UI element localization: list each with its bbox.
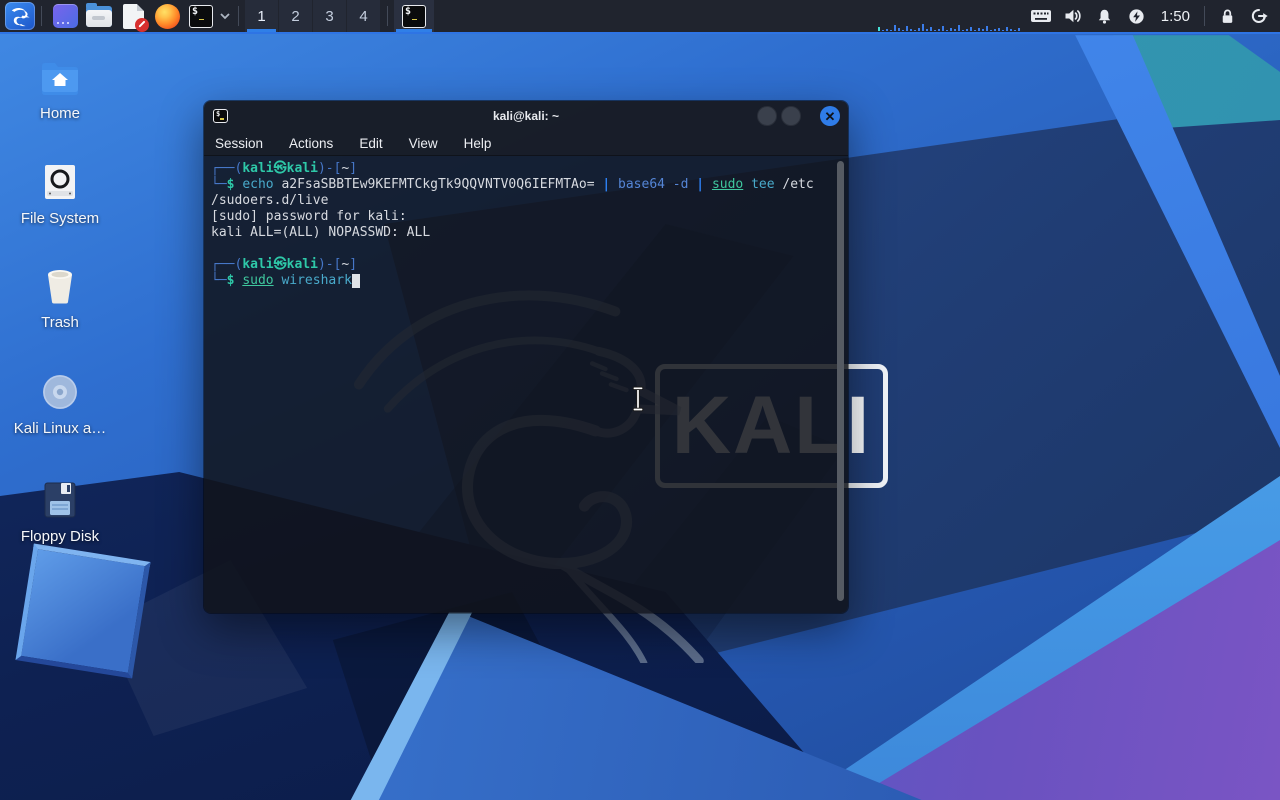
- trash-icon: [10, 265, 110, 305]
- launcher-text-editor[interactable]: [118, 1, 148, 31]
- desktop-icon-label: Kali Linux a…: [10, 420, 110, 437]
- text-editor-icon: [123, 4, 144, 29]
- launcher-terminal[interactable]: $: [186, 1, 216, 31]
- keyboard-icon: [1030, 8, 1052, 24]
- workspace-3[interactable]: 3: [313, 0, 346, 32]
- desktop-icon-label: File System: [10, 210, 110, 227]
- chevron-down-icon: [220, 12, 230, 20]
- terminal-line: └─$ echo a2FsaSBBTEw9KEFMTCkgTk9QQVNTV0Q…: [211, 177, 834, 193]
- panel-separator: [387, 6, 388, 26]
- terminal-scrollbar[interactable]: [837, 161, 844, 601]
- lock-screen-button[interactable]: [1212, 1, 1242, 31]
- terminal-window[interactable]: $ kali@kali: ~ ✕ Session Actions Edit Vi…: [203, 100, 849, 614]
- logout-icon: [1249, 6, 1269, 26]
- menu-edit[interactable]: Edit: [359, 136, 382, 151]
- app-finder-icon: [53, 4, 78, 28]
- window-title: kali@kali: ~: [204, 109, 848, 123]
- launcher-file-manager[interactable]: [84, 1, 114, 31]
- terminal-line: [sudo] password for kali:: [211, 209, 834, 225]
- minimize-button[interactable]: [757, 106, 777, 126]
- volume-control[interactable]: [1058, 1, 1088, 31]
- terminal-line: └─$ sudo wireshark: [211, 273, 834, 289]
- lock-icon: [1218, 7, 1237, 26]
- desktop-icon-kali-live[interactable]: Kali Linux a…: [10, 371, 110, 437]
- drive-icon: [10, 161, 110, 201]
- terminal-icon: $: [189, 5, 213, 28]
- workspace-switcher: 1 2 3 4: [245, 0, 381, 32]
- terminal-line: ┌──(kali㉿kali)-[~]: [211, 161, 834, 177]
- desktop-icon-label: Home: [10, 105, 110, 122]
- menu-help[interactable]: Help: [464, 136, 492, 151]
- system-monitor-graph[interactable]: [878, 22, 1020, 31]
- file-manager-icon: [86, 6, 112, 27]
- terminal-line: ┌──(kali㉿kali)-[~]: [211, 257, 834, 273]
- logout-button[interactable]: [1244, 1, 1274, 31]
- desktop-icon-home[interactable]: Home: [10, 56, 110, 122]
- workspace-4[interactable]: 4: [347, 0, 380, 32]
- wallpaper-beveled-square: [15, 543, 150, 678]
- disc-icon: [10, 371, 110, 411]
- clock[interactable]: 1:50: [1153, 8, 1198, 25]
- menu-view[interactable]: View: [409, 136, 438, 151]
- kali-dragon-icon: [9, 5, 31, 27]
- launcher-dropdown[interactable]: [218, 1, 232, 31]
- floppy-icon: [10, 479, 110, 519]
- home-folder-icon: [10, 56, 110, 96]
- menu-session[interactable]: Session: [215, 136, 263, 151]
- panel-separator: [41, 6, 42, 26]
- workspace-2[interactable]: 2: [279, 0, 312, 32]
- power-manager[interactable]: [1122, 1, 1152, 31]
- terminal-block-cursor: [352, 274, 360, 288]
- menu-actions[interactable]: Actions: [289, 136, 333, 151]
- maximize-button[interactable]: [781, 106, 801, 126]
- terminal-viewport[interactable]: ┌──(kali㉿kali)-[~]└─$ echo a2FsaSBBTEw9K…: [204, 156, 848, 613]
- taskbar-terminal-button[interactable]: $: [394, 0, 434, 32]
- terminal-menubar: Session Actions Edit View Help: [204, 131, 848, 156]
- close-icon: ✕: [825, 110, 836, 123]
- desktop-icon-label: Floppy Disk: [10, 528, 110, 545]
- terminal-titlebar[interactable]: $ kali@kali: ~ ✕: [204, 101, 848, 131]
- desktop-icon-trash[interactable]: Trash: [10, 265, 110, 331]
- firefox-icon: [155, 4, 180, 29]
- keyboard-indicator[interactable]: [1026, 1, 1056, 31]
- terminal-line: kali ALL=(ALL) NOPASSWD: ALL: [211, 225, 834, 241]
- terminal-line: /sudoers.d/live: [211, 193, 834, 209]
- bell-icon: [1095, 7, 1114, 26]
- system-tray: 1:50: [1025, 1, 1280, 31]
- top-panel: $ 1 2 3 4 $: [0, 0, 1280, 34]
- ibeam-cursor: [630, 386, 646, 412]
- desktop-icon-label: Trash: [10, 314, 110, 331]
- panel-separator: [238, 6, 239, 26]
- workspace-1[interactable]: 1: [245, 0, 278, 32]
- terminal-output: ┌──(kali㉿kali)-[~]└─$ echo a2FsaSBBTEw9K…: [211, 161, 834, 289]
- panel-separator: [1204, 6, 1205, 26]
- applications-menu-button[interactable]: [5, 2, 35, 30]
- battery-power-icon: [1127, 7, 1146, 26]
- terminal-icon: $: [402, 5, 426, 28]
- launcher-firefox[interactable]: [152, 1, 182, 31]
- launcher-app-finder[interactable]: [50, 1, 80, 31]
- notifications[interactable]: [1090, 1, 1120, 31]
- desktop-icon-floppy-disk[interactable]: Floppy Disk: [10, 479, 110, 545]
- speaker-icon: [1063, 6, 1083, 26]
- desktop-icon-file-system[interactable]: File System: [10, 161, 110, 227]
- terminal-line: [211, 241, 834, 257]
- close-button[interactable]: ✕: [820, 106, 840, 126]
